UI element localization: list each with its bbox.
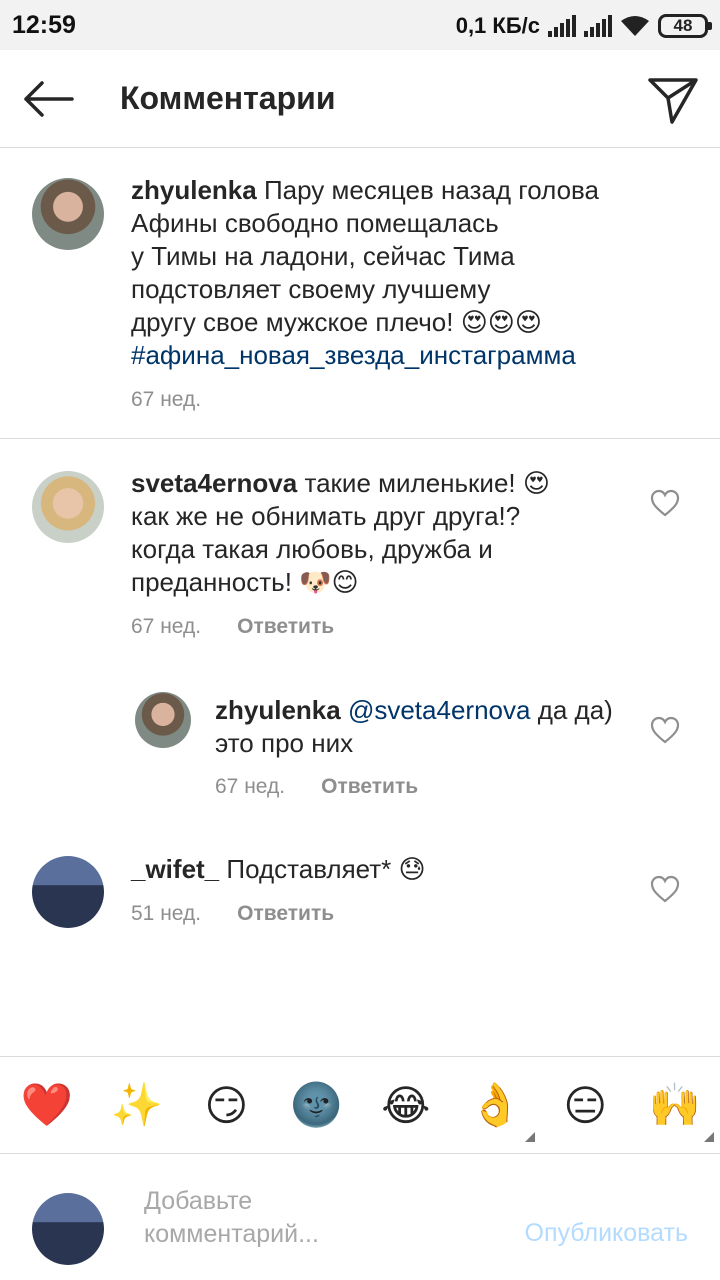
reply-item: zhyulenka @sveta4ernova да да) это про н… <box>0 660 720 820</box>
comment-text: sveta4ernova такие миленькие! 😍 как же н… <box>131 467 631 599</box>
comment-time: 67 нед. <box>131 388 202 411</box>
comment-meta: 51 нед. Ответить <box>131 902 334 926</box>
caption-line: подстовляет своему лучшему <box>131 274 491 304</box>
comment-line: такие миленькие! <box>304 468 516 498</box>
username[interactable]: _wifet_ <box>131 854 219 884</box>
username[interactable]: zhyulenka <box>215 695 341 725</box>
heart-outline-icon[interactable] <box>650 716 680 744</box>
comment-meta: 67 нед. Ответить <box>215 775 418 799</box>
battery-icon: 48 <box>658 14 712 38</box>
emoji-heart-button[interactable]: ❤️ <box>18 1076 76 1134</box>
caption-line: Пару месяцев назад голова <box>263 175 600 205</box>
avatar[interactable] <box>135 692 191 748</box>
comment-input-bar: Добавьте комментарий... Опубликовать <box>0 1155 720 1280</box>
username[interactable]: sveta4ernova <box>131 468 297 498</box>
username[interactable]: zhyulenka <box>131 175 257 205</box>
app-header: Комментарии <box>0 50 720 148</box>
emoji-expressionless-button[interactable]: 😑 <box>556 1076 614 1134</box>
comment-item: _wifet_ Подставляет* 😓 51 нед. Ответить <box>0 820 720 950</box>
heart-eyes-emoji: 😍 <box>522 468 550 498</box>
heart-outline-icon[interactable] <box>650 489 680 517</box>
sweat-emoji: 😓 <box>398 854 426 884</box>
status-bar: 12:59 0,1 КБ/с 48 <box>0 0 720 50</box>
signal-icon <box>584 15 612 37</box>
direct-send-icon[interactable] <box>646 72 700 126</box>
comment-line: преданность! <box>131 567 292 597</box>
comment-time: 51 нед. <box>131 902 202 925</box>
emoji-smirk-button[interactable]: 😏 <box>197 1076 255 1134</box>
dog-smile-emoji: 🐶😊 <box>299 567 359 597</box>
caption-line: другу свое мужское плечо! <box>131 307 454 337</box>
back-arrow-icon[interactable] <box>20 75 76 123</box>
status-icons: 0,1 КБ/с 48 <box>455 12 712 40</box>
caption-line: у Тимы на ладони, сейчас Тима <box>131 241 515 271</box>
avatar <box>32 1193 104 1265</box>
caption-text: zhyulenka Пару месяцев назад голова Афин… <box>131 174 691 372</box>
skin-tone-indicator <box>524 1132 535 1142</box>
comment-text: zhyulenka @sveta4ernova да да) это про н… <box>215 694 635 760</box>
emoji-quick-bar: ❤️ ✨ 😏 🌚 😂 👌 😑 🙌 <box>0 1056 720 1154</box>
comment-time: 67 нед. <box>131 615 202 638</box>
comment-line: это про них <box>215 728 354 758</box>
comment-line: как же не обнимать друг друга!? <box>131 501 521 531</box>
page-title: Комментарии <box>120 80 336 116</box>
signal-icon <box>548 15 576 37</box>
comment-line: когда такая любовь, дружба и <box>131 534 493 564</box>
input-placeholder-line: комментарий... <box>144 1220 319 1248</box>
skin-tone-indicator <box>703 1132 714 1142</box>
publish-button[interactable]: Опубликовать <box>525 1219 688 1248</box>
reply-button[interactable]: Ответить <box>237 615 334 638</box>
emoji-ok-hand-button[interactable]: 👌 <box>467 1076 535 1142</box>
network-speed: 0,1 КБ/с <box>455 13 540 38</box>
wifi-icon <box>621 16 649 36</box>
comment-meta: 67 нед. Ответить <box>131 615 334 639</box>
comment-time: 67 нед. <box>215 775 286 798</box>
heart-eyes-emoji: 😍😍😍 <box>460 307 543 337</box>
raised-hands-icon: 🙌 <box>648 1080 702 1128</box>
comment-input[interactable]: Добавьте комментарий... <box>144 1185 484 1251</box>
comment-line: да да) <box>537 695 613 725</box>
reply-button[interactable]: Ответить <box>237 902 334 925</box>
emoji-sparkles-button[interactable]: ✨ <box>108 1076 166 1134</box>
ok-hand-icon: 👌 <box>469 1080 522 1128</box>
input-placeholder-line: Добавьте <box>144 1187 253 1215</box>
status-time: 12:59 <box>12 11 76 39</box>
comment-item: sveta4ernova такие миленькие! 😍 как же н… <box>0 439 720 659</box>
caption: zhyulenka Пару месяцев назад голова Афин… <box>0 148 720 438</box>
emoji-tears-of-joy-button[interactable]: 😂 <box>377 1076 435 1134</box>
hashtag-link[interactable]: #афина_новая_звезда_инстаграмма <box>131 339 691 372</box>
reply-button[interactable]: Ответить <box>321 775 418 798</box>
emoji-moon-face-button[interactable]: 🌚 <box>287 1076 345 1134</box>
caption-line: Афины свободно помещалась <box>131 208 499 238</box>
avatar[interactable] <box>32 471 104 543</box>
comment-text: _wifet_ Подставляет* 😓 <box>131 853 631 886</box>
avatar[interactable] <box>32 856 104 928</box>
emoji-raised-hands-button[interactable]: 🙌 <box>646 1076 714 1142</box>
mention-link[interactable]: @sveta4ernova <box>348 695 531 725</box>
avatar[interactable] <box>32 178 104 250</box>
heart-outline-icon[interactable] <box>650 875 680 903</box>
comment-line: Подставляет* <box>226 854 392 884</box>
